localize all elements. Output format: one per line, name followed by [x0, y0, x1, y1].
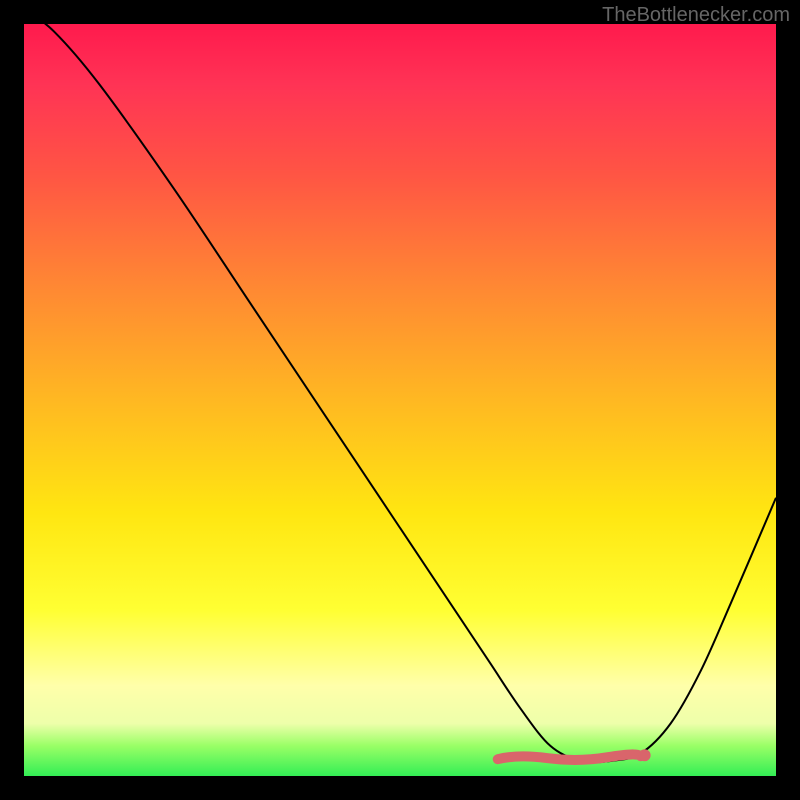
optimal-end-dot: [639, 749, 651, 761]
curve-svg: [24, 24, 776, 776]
bottleneck-curve: [24, 24, 776, 762]
chart-plot-area: [24, 24, 776, 776]
optimal-region-band: [498, 754, 641, 760]
watermark-text: TheBottlenecker.com: [602, 4, 790, 27]
